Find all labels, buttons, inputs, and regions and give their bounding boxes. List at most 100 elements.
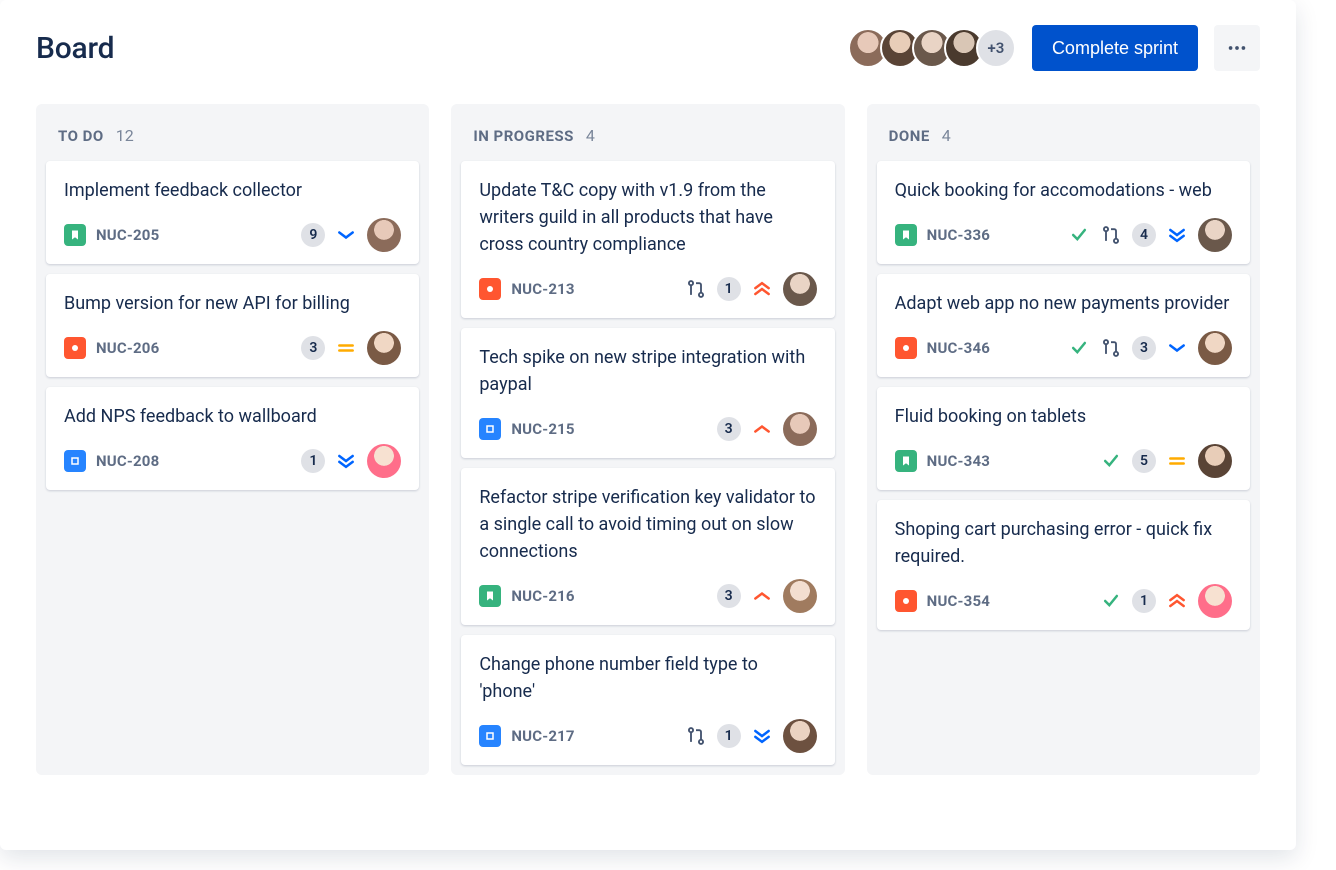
story-points-badge: 3 [301,336,325,360]
column-todo: TO DO 12 Implement feedback collector NU… [36,104,429,775]
priority-lowest-icon [1166,224,1188,246]
more-actions-button[interactable] [1214,25,1260,71]
assignee-avatar[interactable] [783,579,817,613]
column-in-progress: IN PROGRESS 4 Update T&C copy with v1.9 … [451,104,844,775]
story-points-badge: 3 [1132,336,1156,360]
pull-request-icon [685,278,707,300]
column-count: 12 [116,126,134,145]
assignee-avatar[interactable] [367,444,401,478]
assignee-avatar[interactable] [783,272,817,306]
story-points-badge: 1 [717,277,741,301]
story-points-badge: 4 [1132,223,1156,247]
issue-title: Update T&C copy with v1.9 from the write… [479,177,816,258]
issue-title: Quick booking for accomodations - web [895,177,1232,204]
issue-card[interactable]: Update T&C copy with v1.9 from the write… [461,161,834,318]
priority-lowest-icon [335,450,357,472]
story-points-badge: 1 [717,724,741,748]
issue-type-bug-icon [479,278,501,300]
avatar-overflow[interactable]: +3 [976,28,1016,68]
pull-request-icon [1100,337,1122,359]
assignee-avatar-stack[interactable]: +3 [848,28,1016,68]
issue-title: Bump version for new API for billing [64,290,401,317]
issue-type-task-icon [479,418,501,440]
issue-key: NUC-217 [511,727,574,745]
column-header[interactable]: TO DO 12 [46,118,419,161]
page-title: Board [36,31,114,66]
column-title: DONE [889,127,930,145]
complete-sprint-button[interactable]: Complete sprint [1032,25,1198,71]
issue-key: NUC-206 [96,339,159,357]
column-header[interactable]: IN PROGRESS 4 [461,118,834,161]
issue-key: NUC-346 [927,339,990,357]
priority-medium-icon [335,337,357,359]
story-points-badge: 1 [1132,589,1156,613]
issue-type-task-icon [64,450,86,472]
issue-title: Change phone number field type to 'phone… [479,651,816,705]
story-points-badge: 3 [717,584,741,608]
priority-low-icon [1166,337,1188,359]
priority-high-icon [751,418,773,440]
board-page: Board +3 Complete sprint TO DO 12 [0,0,1296,850]
issue-card[interactable]: Adapt web app no new payments provider N… [877,274,1250,377]
issue-card[interactable]: Change phone number field type to 'phone… [461,635,834,765]
issue-type-story-icon [895,224,917,246]
issue-card[interactable]: Quick booking for accomodations - web NU… [877,161,1250,264]
board-header: Board +3 Complete sprint [36,20,1260,76]
issue-title: Tech spike on new stripe integration wit… [479,344,816,398]
issue-card[interactable]: Tech spike on new stripe integration wit… [461,328,834,458]
issue-card[interactable]: Fluid booking on tablets NUC-343 5 [877,387,1250,490]
column-title: TO DO [58,127,104,145]
issue-type-story-icon [895,450,917,472]
column-header[interactable]: DONE 4 [877,118,1250,161]
issue-type-story-icon [64,224,86,246]
done-check-icon [1100,590,1122,612]
assignee-avatar[interactable] [783,412,817,446]
issue-title: Refactor stripe verification key validat… [479,484,816,565]
assignee-avatar[interactable] [1198,218,1232,252]
issue-key: NUC-216 [511,587,574,605]
issue-card[interactable]: Implement feedback collector NUC-205 9 [46,161,419,264]
issue-type-bug-icon [64,337,86,359]
issue-title: Implement feedback collector [64,177,401,204]
issue-card[interactable]: Refactor stripe verification key validat… [461,468,834,625]
issue-type-story-icon [479,585,501,607]
issue-key: NUC-215 [511,420,574,438]
issue-key: NUC-336 [927,226,990,244]
priority-highest-icon [1166,590,1188,612]
issue-title: Fluid booking on tablets [895,403,1232,430]
column-done: DONE 4 Quick booking for accomodations -… [867,104,1260,775]
issue-key: NUC-208 [96,452,159,470]
issue-key: NUC-205 [96,226,159,244]
column-count: 4 [942,126,951,145]
assignee-avatar[interactable] [783,719,817,753]
issue-type-bug-icon [895,337,917,359]
issue-title: Shoping cart purchasing error - quick fi… [895,516,1232,570]
pull-request-icon [685,725,707,747]
column-count: 4 [586,126,595,145]
issue-type-task-icon [479,725,501,747]
issue-card[interactable]: Bump version for new API for billing NUC… [46,274,419,377]
issue-card[interactable]: Add NPS feedback to wallboard NUC-208 1 [46,387,419,490]
column-title: IN PROGRESS [473,127,574,145]
issue-type-bug-icon [895,590,917,612]
pull-request-icon [1100,224,1122,246]
board-columns: TO DO 12 Implement feedback collector NU… [36,104,1260,775]
priority-highest-icon [751,278,773,300]
story-points-badge: 3 [717,417,741,441]
priority-low-icon [335,224,357,246]
priority-medium-icon [1166,450,1188,472]
assignee-avatar[interactable] [367,331,401,365]
issue-title: Add NPS feedback to wallboard [64,403,401,430]
story-points-badge: 5 [1132,449,1156,473]
done-check-icon [1100,450,1122,472]
done-check-icon [1068,224,1090,246]
issue-title: Adapt web app no new payments provider [895,290,1232,317]
issue-card[interactable]: Shoping cart purchasing error - quick fi… [877,500,1250,630]
assignee-avatar[interactable] [1198,331,1232,365]
assignee-avatar[interactable] [367,218,401,252]
more-horizontal-icon [1226,37,1248,59]
assignee-avatar[interactable] [1198,444,1232,478]
assignee-avatar[interactable] [1198,584,1232,618]
story-points-badge: 9 [301,223,325,247]
issue-key: NUC-354 [927,592,990,610]
